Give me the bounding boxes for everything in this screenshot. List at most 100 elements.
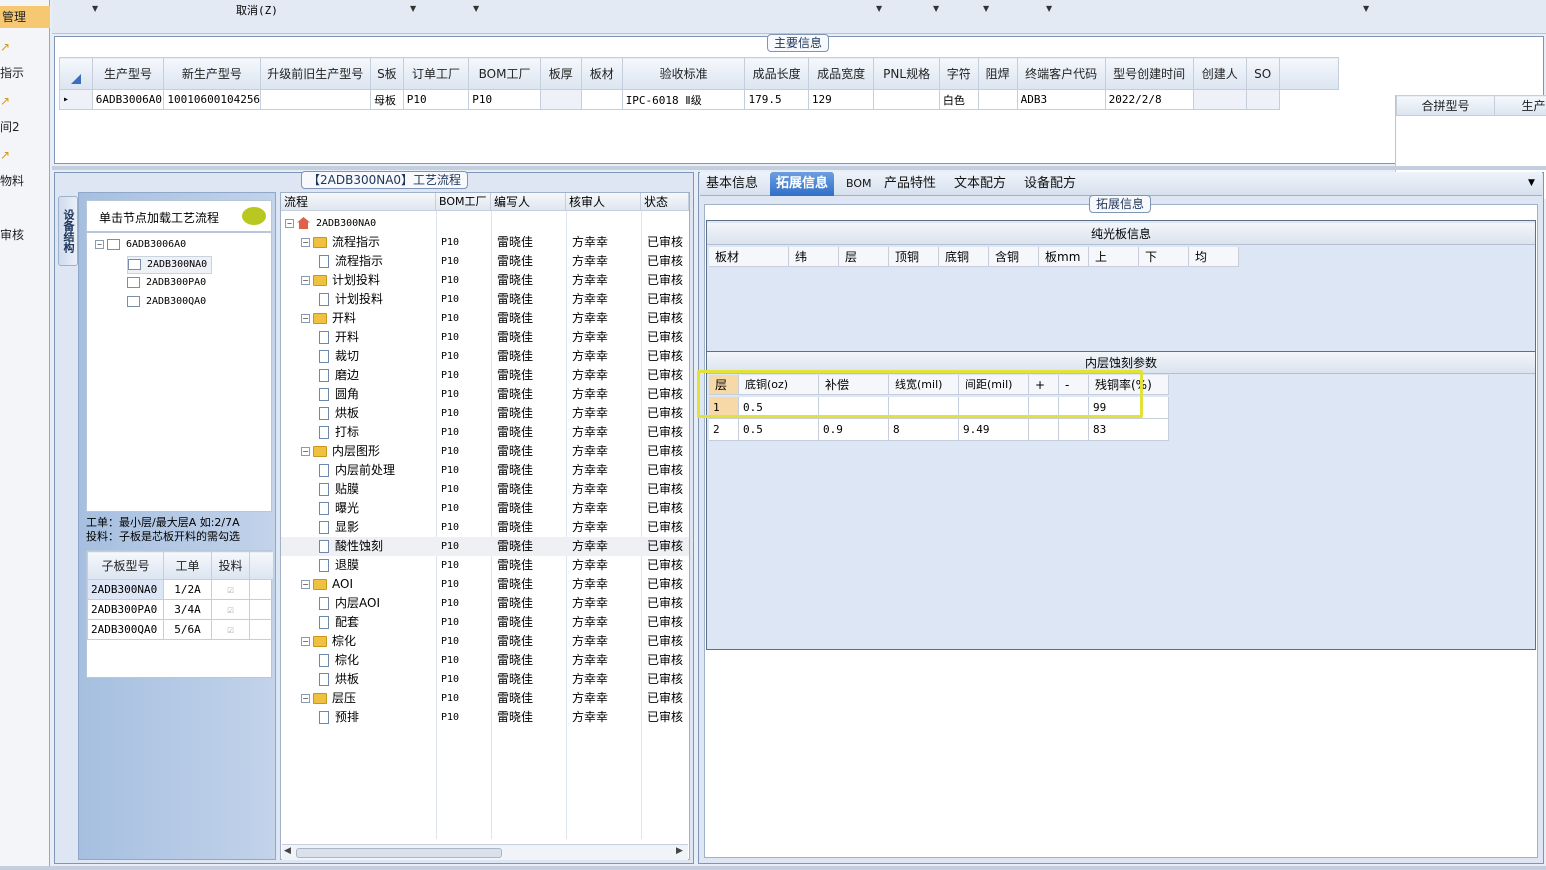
- checkbox[interactable]: ☑: [211, 599, 250, 620]
- col-header[interactable]: 纬: [789, 247, 839, 267]
- scroll-thumb[interactable]: [296, 848, 502, 858]
- flow-row[interactable]: 烘板 P10 雷晓佳 方幸幸 已审核: [281, 670, 689, 689]
- table-cell[interactable]: [259, 89, 372, 110]
- flow-row[interactable]: 贴膜 P10 雷晓佳 方幸幸 已审核: [281, 480, 689, 499]
- nav-item-instructions[interactable]: 指示: [0, 64, 50, 81]
- flow-row[interactable]: 曝光 P10 雷晓佳 方幸幸 已审核: [281, 499, 689, 518]
- flow-row[interactable]: − AOI P10 雷晓佳 方幸幸 已审核: [281, 575, 689, 594]
- checkbox[interactable]: ☑: [211, 619, 250, 640]
- col-header[interactable]: BOM工厂: [468, 57, 541, 90]
- chevron-down-icon[interactable]: ▼: [1046, 4, 1052, 13]
- col-header[interactable]: PNL规格: [873, 57, 940, 90]
- table-cell[interactable]: IPC-6018 Ⅱ级: [621, 89, 746, 110]
- scroll-left-icon[interactable]: ◀: [284, 846, 291, 856]
- chevron-down-icon[interactable]: ▼: [410, 4, 416, 13]
- col-header[interactable]: 创建人: [1192, 57, 1247, 90]
- table-cell[interactable]: [1245, 89, 1280, 110]
- col-header[interactable]: 验收标准: [621, 57, 746, 90]
- cancel-button[interactable]: 取消(Z): [236, 2, 278, 18]
- table-cell[interactable]: 0.5: [739, 419, 819, 441]
- col-header[interactable]: 板材: [580, 57, 623, 90]
- table-cell[interactable]: 2022/2/8: [1104, 89, 1194, 110]
- flow-row[interactable]: 配套 P10 雷晓佳 方幸幸 已审核: [281, 613, 689, 632]
- tree-node[interactable]: 2ADB300NA0: [127, 256, 213, 274]
- equipment-structure-tab[interactable]: 设备结构: [58, 196, 78, 266]
- table-cell[interactable]: [873, 89, 940, 110]
- table-cell[interactable]: ADB3: [1016, 89, 1106, 110]
- col-header[interactable]: BOM工厂: [436, 193, 491, 211]
- flow-row[interactable]: 显影 P10 雷晓佳 方幸幸 已审核: [281, 518, 689, 537]
- flow-row[interactable]: 圆角 P10 雷晓佳 方幸幸 已审核: [281, 385, 689, 404]
- merge-col-header[interactable]: 合拼型号: [1396, 95, 1495, 116]
- col-header[interactable]: 成品长度: [744, 57, 809, 90]
- chevron-down-icon[interactable]: ▼: [473, 4, 479, 13]
- col-header[interactable]: SO: [1245, 57, 1280, 90]
- table-cell[interactable]: 129: [807, 89, 875, 110]
- table-cell[interactable]: P10: [468, 89, 541, 110]
- flow-row[interactable]: 流程指示 P10 雷晓佳 方幸幸 已审核: [281, 252, 689, 271]
- col-header[interactable]: 型号创建时间: [1104, 57, 1194, 90]
- col-header[interactable]: 工单: [163, 551, 212, 580]
- flow-row[interactable]: 计划投料 P10 雷晓佳 方幸幸 已审核: [281, 290, 689, 309]
- table-cell[interactable]: 8: [889, 419, 959, 441]
- table-cell[interactable]: 2: [709, 419, 739, 441]
- col-header[interactable]: S板: [370, 57, 404, 90]
- flow-row[interactable]: 裁切 P10 雷晓佳 方幸幸 已审核: [281, 347, 689, 366]
- table-cell[interactable]: 0.9: [819, 419, 889, 441]
- table-cell[interactable]: [580, 89, 623, 110]
- tab-basic-info[interactable]: 基本信息: [700, 172, 764, 196]
- nav-item-material[interactable]: 物料: [0, 172, 50, 189]
- table-row[interactable]: 2ADB300PA0 3/4A ☑: [87, 599, 274, 620]
- col-header[interactable]: 订单工厂: [402, 57, 470, 90]
- table-cell[interactable]: [1029, 419, 1059, 441]
- col-header[interactable]: 编写人: [491, 193, 566, 211]
- table-row[interactable]: 2ADB300QA0 5/6A ☑: [87, 619, 274, 640]
- flow-row[interactable]: − 层压 P10 雷晓佳 方幸幸 已审核: [281, 689, 689, 708]
- col-header[interactable]: 底铜: [939, 247, 989, 267]
- flow-row[interactable]: 磨边 P10 雷晓佳 方幸幸 已审核: [281, 366, 689, 385]
- merge-col-header[interactable]: 生产型号: [1494, 95, 1546, 116]
- table-cell[interactable]: 10010600104256: [163, 89, 261, 110]
- col-header[interactable]: 板mm: [1039, 247, 1089, 267]
- tab-product-features[interactable]: 产品特性: [878, 172, 942, 196]
- flow-row[interactable]: 烘板 P10 雷晓佳 方幸幸 已审核: [281, 404, 689, 423]
- flow-row[interactable]: − 流程指示 P10 雷晓佳 方幸幸 已审核: [281, 233, 689, 252]
- table-cell[interactable]: [1059, 419, 1089, 441]
- flow-row[interactable]: 棕化 P10 雷晓佳 方幸幸 已审核: [281, 651, 689, 670]
- flow-row[interactable]: 打标 P10 雷晓佳 方幸幸 已审核: [281, 423, 689, 442]
- col-header[interactable]: 含铜: [989, 247, 1039, 267]
- table-cell[interactable]: 179.5: [744, 89, 809, 110]
- flow-row[interactable]: 预排 P10 雷晓佳 方幸幸 已审核: [281, 708, 689, 727]
- col-header[interactable]: 生产型号: [91, 57, 165, 90]
- scroll-right-icon[interactable]: ▶: [676, 846, 683, 856]
- flow-row[interactable]: − 开料 P10 雷晓佳 方幸幸 已审核: [281, 309, 689, 328]
- chevron-down-icon[interactable]: ▼: [1363, 4, 1369, 13]
- col-header[interactable]: 流程: [281, 193, 436, 211]
- col-header[interactable]: 均: [1189, 247, 1239, 267]
- col-header[interactable]: 子板型号: [87, 551, 164, 580]
- table-row[interactable]: ▸ 6ADB3006A0 10010600104256 母板 P10 P10 IPC-601…: [59, 89, 1339, 110]
- flow-row[interactable]: − 棕化 P10 雷晓佳 方幸幸 已审核: [281, 632, 689, 651]
- table-cell[interactable]: 母板: [370, 89, 404, 110]
- chevron-down-icon[interactable]: ▼: [933, 4, 939, 13]
- flow-row[interactable]: − 内层图形 P10 雷晓佳 方幸幸 已审核: [281, 442, 689, 461]
- table-cell[interactable]: 6ADB3006A0: [91, 89, 165, 110]
- nav-item-manage[interactable]: 管理: [0, 6, 50, 28]
- col-header[interactable]: 升级前旧生产型号: [259, 57, 372, 90]
- flow-row[interactable]: 退膜 P10 雷晓佳 方幸幸 已审核: [281, 556, 689, 575]
- col-header[interactable]: 终端客户代码: [1016, 57, 1106, 90]
- tree-node[interactable]: 2ADB300QA0: [127, 294, 206, 310]
- splitter[interactable]: [52, 166, 1546, 170]
- table-cell[interactable]: 白色: [938, 89, 979, 110]
- tree-node[interactable]: −6ADB3006A0: [95, 237, 186, 253]
- chevron-down-icon[interactable]: ▼: [1528, 178, 1535, 188]
- table-cell[interactable]: 9.49: [959, 419, 1029, 441]
- nav-item-2[interactable]: 间2: [0, 118, 50, 135]
- col-header[interactable]: 阻焊: [977, 57, 1018, 90]
- table-cell[interactable]: 83: [1089, 419, 1169, 441]
- col-header[interactable]: 板材: [709, 247, 789, 267]
- col-header[interactable]: 状态: [641, 193, 689, 211]
- flow-root[interactable]: −2ADB300NA0: [281, 214, 689, 233]
- flow-row[interactable]: 内层AOI P10 雷晓佳 方幸幸 已审核: [281, 594, 689, 613]
- chevron-down-icon[interactable]: ▼: [983, 4, 989, 13]
